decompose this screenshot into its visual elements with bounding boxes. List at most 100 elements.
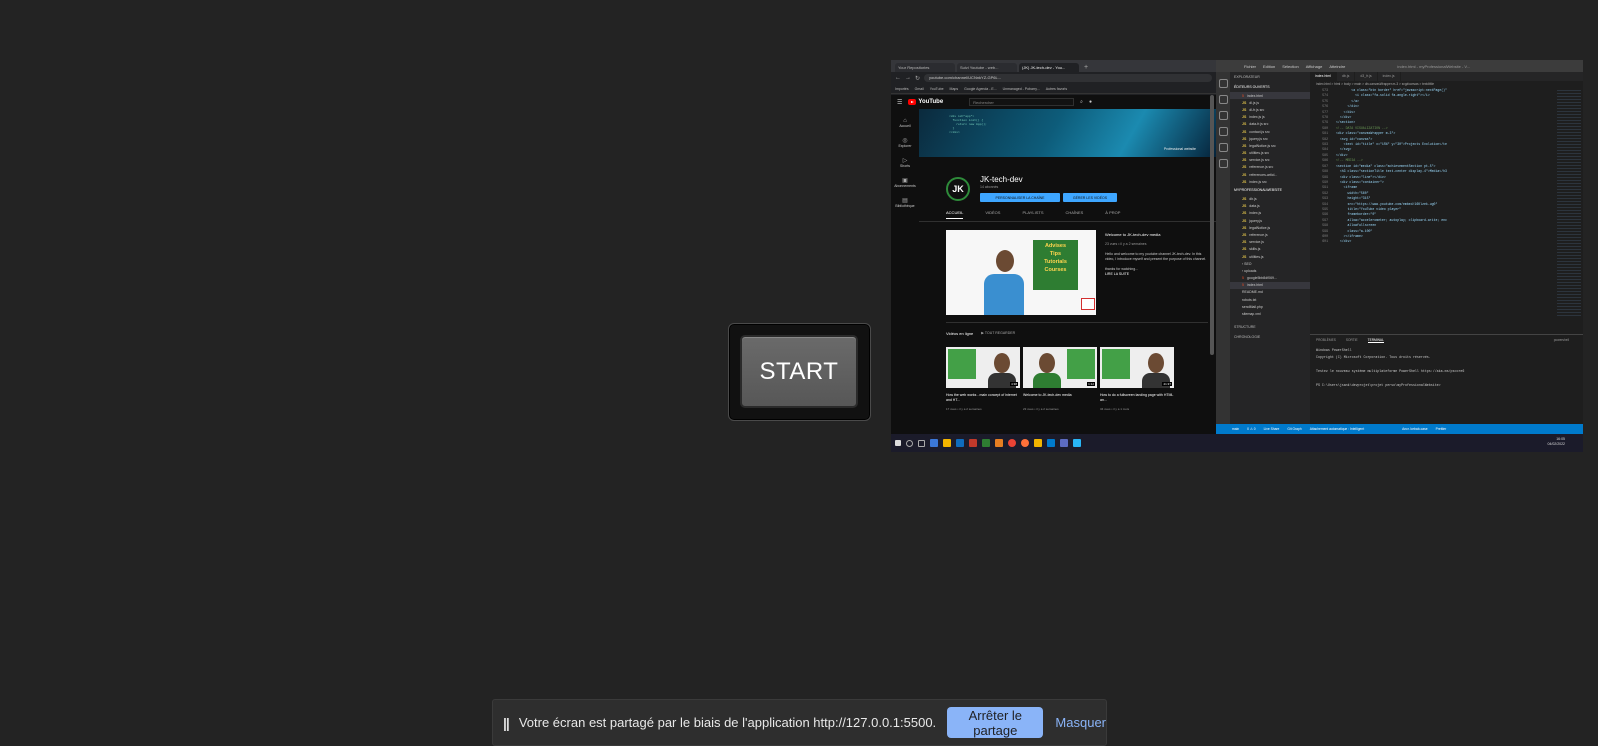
- tab-terminal[interactable]: TERMINAL: [1367, 338, 1384, 343]
- file-item[interactable]: JS utilities.js src: [1230, 150, 1310, 157]
- folder-item[interactable]: › SEO: [1230, 260, 1310, 267]
- file-item[interactable]: JS data-fr.js src: [1230, 121, 1310, 128]
- url-field[interactable]: youtube.com/channel/UCNnkYZ-GP6L...: [924, 74, 1212, 82]
- breadcrumb[interactable]: index.html > html > body > main > div.ca…: [1310, 81, 1583, 88]
- menu-item[interactable]: Sélection: [1282, 64, 1298, 69]
- status-branch[interactable]: main: [1232, 427, 1239, 431]
- file-item[interactable]: JS index.js src: [1230, 178, 1310, 185]
- start-button[interactable]: START: [740, 335, 858, 408]
- back-icon[interactable]: ←: [895, 75, 901, 81]
- file-item[interactable]: 5 index.html: [1230, 281, 1310, 289]
- file-item[interactable]: JS jquery.js src: [1230, 135, 1310, 142]
- explorer-icon[interactable]: [1218, 79, 1228, 88]
- code-editor[interactable]: index.html db.js d3_fr.js index.js index…: [1310, 72, 1583, 327]
- remote-icon[interactable]: [1218, 159, 1228, 168]
- status-git-graph[interactable]: Git Graph: [1287, 427, 1301, 431]
- bookmark-item[interactable]: YouTube: [930, 87, 944, 91]
- featured-video-thumbnail[interactable]: Advises Tips Tutorials Courses: [946, 230, 1096, 315]
- app-icon[interactable]: [969, 439, 977, 447]
- firefox-icon[interactable]: [1021, 439, 1029, 447]
- bookmark-item[interactable]: Google Agenda - E...: [964, 87, 997, 91]
- app-icon[interactable]: [1060, 439, 1068, 447]
- file-item[interactable]: JS skills.js: [1230, 246, 1310, 253]
- file-item[interactable]: JS service.js: [1230, 239, 1310, 246]
- status-auto-attach[interactable]: Attachement automatique : Intelligent: [1310, 427, 1364, 431]
- file-item[interactable]: JS legalNotice.js: [1230, 224, 1310, 231]
- file-item[interactable]: JS legalNotice.js src: [1230, 142, 1310, 149]
- file-item[interactable]: JS contact.js src: [1230, 128, 1310, 135]
- reload-icon[interactable]: ↻: [915, 75, 920, 82]
- tab-channels[interactable]: CHAÎNES: [1066, 210, 1084, 219]
- scrollbar[interactable]: [1210, 95, 1214, 355]
- search-icon[interactable]: [1218, 95, 1228, 104]
- editor-tab[interactable]: db.js: [1337, 72, 1356, 81]
- bookmark-item[interactable]: Gmail: [915, 87, 924, 91]
- play-all-button[interactable]: ▶ TOUT REGARDER: [981, 331, 1015, 336]
- editor-tab[interactable]: d3_fr.js: [1355, 72, 1378, 81]
- status-problems[interactable]: 0 ⚠ 0: [1247, 427, 1255, 431]
- file-item[interactable]: JS dl-fr.js src: [1230, 106, 1310, 113]
- file-item[interactable]: JS service.js src: [1230, 157, 1310, 164]
- folder-icon[interactable]: [1034, 439, 1042, 447]
- search-icon[interactable]: [906, 439, 913, 447]
- tab-problems[interactable]: PROBLÈMES: [1316, 338, 1336, 343]
- timeline-header[interactable]: CHRONOLOGIE: [1230, 332, 1310, 342]
- file-item[interactable]: sitemap.xml: [1230, 310, 1310, 317]
- file-item[interactable]: 5 index.html: [1230, 92, 1310, 100]
- manage-videos-button[interactable]: GÉRER LES VIDÉOS: [1063, 193, 1117, 202]
- browser-tab[interactable]: Your Repositories: [895, 63, 955, 72]
- minimap[interactable]: [1557, 88, 1581, 318]
- channel-avatar[interactable]: JK: [946, 177, 970, 201]
- menu-item[interactable]: Atteindre: [1329, 64, 1345, 69]
- search-icon[interactable]: ⌕: [1080, 99, 1083, 105]
- menu-item[interactable]: Edition: [1263, 64, 1275, 69]
- video-thumbnail[interactable]: 4:38: [946, 347, 1020, 388]
- sidebar-item-explore[interactable]: ◎ Explorer: [891, 137, 919, 148]
- browser-tab[interactable]: Suivi Youtube - web...: [957, 63, 1017, 72]
- status-live-share[interactable]: Live Share: [1264, 427, 1280, 431]
- video-thumbnail[interactable]: 1:12: [1023, 347, 1097, 388]
- youtube-logo[interactable]: YouTube: [908, 99, 943, 105]
- windows-start-icon[interactable]: [895, 440, 901, 446]
- video-title[interactable]: How the web works - main concept of inte…: [946, 393, 1020, 403]
- video-title[interactable]: Welcome to JK-tech-dev media: [1023, 393, 1097, 398]
- stop-sharing-button[interactable]: Arrêter le partage: [947, 707, 1044, 738]
- sidebar-item-library[interactable]: ▤ Bibliothèque: [891, 197, 919, 208]
- vscode-icon[interactable]: [1047, 439, 1055, 447]
- bookmark-item[interactable]: Maps: [950, 87, 959, 91]
- tab-playlists[interactable]: PLAYLISTS: [1022, 210, 1043, 219]
- featured-title[interactable]: Welcome to JK-tech-dev media: [1105, 232, 1210, 237]
- browser-tab[interactable]: (JK) JK-tech-dev - You...: [1019, 63, 1079, 72]
- menu-icon[interactable]: ☰: [897, 99, 902, 106]
- tab-about[interactable]: À PROP: [1105, 210, 1120, 219]
- app-icon[interactable]: [995, 439, 1003, 447]
- task-view-icon[interactable]: [918, 439, 925, 447]
- tab-output[interactable]: SORTIE: [1346, 338, 1358, 343]
- file-item[interactable]: JS utilities.js: [1230, 253, 1310, 260]
- menu-item[interactable]: Fichier: [1244, 64, 1256, 69]
- file-item[interactable]: robots.txt: [1230, 296, 1310, 303]
- file-item[interactable]: JS references-articl...: [1230, 171, 1310, 178]
- customize-channel-button[interactable]: PERSONNALISER LA CHAÎNE: [980, 193, 1060, 202]
- debug-icon[interactable]: [1218, 127, 1228, 136]
- file-item[interactable]: JS index.js: [1230, 210, 1310, 217]
- sidebar-item-home[interactable]: ⌂ Accueil: [891, 118, 919, 128]
- file-item[interactable]: JS data.js: [1230, 203, 1310, 210]
- status-prettier[interactable]: Prettier: [1436, 427, 1447, 431]
- editor-tab[interactable]: index.html: [1310, 72, 1337, 81]
- youtube-search-input[interactable]: Rechercher: [969, 98, 1075, 106]
- mail-icon[interactable]: [956, 439, 964, 447]
- app-icon[interactable]: [982, 439, 990, 447]
- app-icon[interactable]: [1073, 439, 1081, 447]
- terminal-label[interactable]: powershell: [1554, 338, 1569, 343]
- source-control-icon[interactable]: [1218, 111, 1228, 120]
- bookmark-item[interactable]: Importés: [895, 87, 909, 91]
- app-icon[interactable]: [930, 439, 938, 447]
- editor-tab[interactable]: index.js: [1378, 72, 1401, 81]
- mic-icon[interactable]: ●: [1089, 99, 1092, 105]
- new-tab-icon[interactable]: +: [1081, 63, 1091, 72]
- sidebar-item-shorts[interactable]: ▷ Shorts: [891, 157, 919, 168]
- file-item[interactable]: sendMail.php: [1230, 303, 1310, 310]
- folder-icon[interactable]: [943, 439, 951, 447]
- taskbar-clock[interactable]: 16:05 04/02/2022: [1547, 437, 1565, 447]
